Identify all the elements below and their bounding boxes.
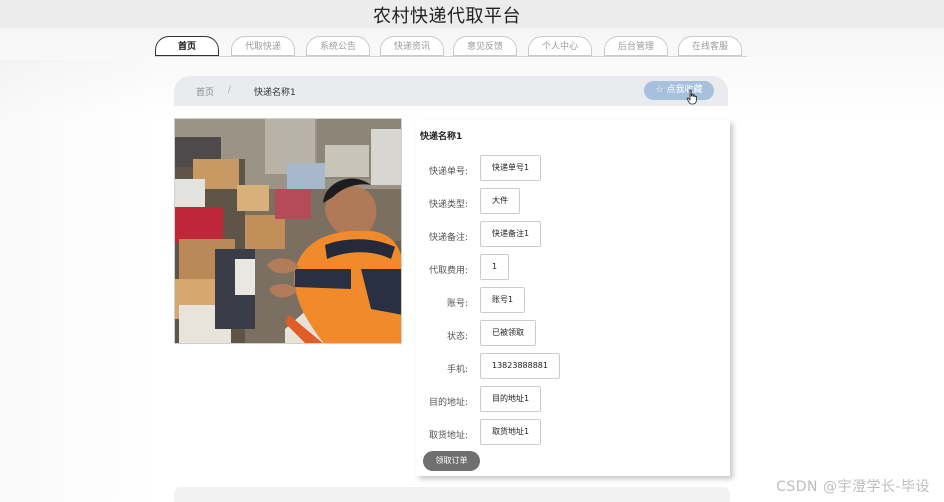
field-value-status: 已被领取 (480, 320, 536, 346)
main-nav: 首页 代取快递 系统公告 快递资讯 意见反馈 个人中心 后台管理 在线客服 (155, 36, 755, 58)
tab-news[interactable]: 快递资讯 (380, 36, 444, 56)
field-label-tracking-number: 快递单号: (428, 167, 468, 177)
breadcrumb-home[interactable]: 首页 (196, 85, 214, 98)
field-value-pickup-fee: 1 (480, 254, 510, 280)
take-order-button[interactable]: 领取订单 (423, 451, 480, 471)
detail-title: 快递名称1 (420, 132, 463, 142)
favorite-button[interactable]: ☆ 点我收藏 (644, 81, 714, 100)
field-value-account: 账号1 (480, 287, 526, 313)
field-label-account: 账号: (446, 299, 468, 309)
field-value-phone: 13823888881 (480, 353, 560, 379)
field-label-pickup-address: 取货地址: (428, 431, 468, 441)
tab-admin[interactable]: 后台管理 (604, 36, 668, 56)
field-value-pickup-address: 取货地址1 (480, 419, 542, 445)
field-label-pickup-fee: 代取费用: (428, 266, 468, 276)
breadcrumb-current: 快递名称1 (254, 88, 296, 98)
nav-underline (155, 56, 747, 57)
tab-pickup[interactable]: 代取快递 (231, 36, 295, 56)
site-title: 农村快递代取平台 (373, 6, 521, 27)
hand-cursor-icon (686, 89, 697, 105)
field-label-status: 状态: (446, 332, 468, 342)
watermark: CSDN @宇澄学长-毕设 (776, 479, 930, 495)
field-value-package-type: 大件 (480, 188, 520, 214)
tab-feedback[interactable]: 意见反馈 (453, 36, 517, 56)
bottom-panel (174, 487, 730, 502)
field-label-destination-address: 目的地址: (428, 398, 468, 408)
tab-home[interactable]: 首页 (155, 36, 219, 56)
page-background-shade (0, 60, 160, 502)
field-value-package-note: 快递备注1 (480, 221, 542, 247)
tab-announcements[interactable]: 系统公告 (306, 36, 370, 56)
tab-personal-center[interactable]: 个人中心 (528, 36, 592, 56)
tab-online-service[interactable]: 在线客服 (678, 36, 742, 56)
courier-with-parcels-image (175, 119, 401, 343)
field-label-phone: 手机: (446, 365, 468, 375)
breadcrumb-separator: / (228, 85, 232, 95)
field-value-tracking-number: 快递单号1 (480, 155, 542, 181)
package-photo (174, 118, 402, 344)
field-label-package-type: 快递类型: (428, 200, 468, 210)
field-value-destination-address: 目的地址1 (480, 386, 542, 412)
field-label-package-note: 快递备注: (428, 233, 468, 243)
